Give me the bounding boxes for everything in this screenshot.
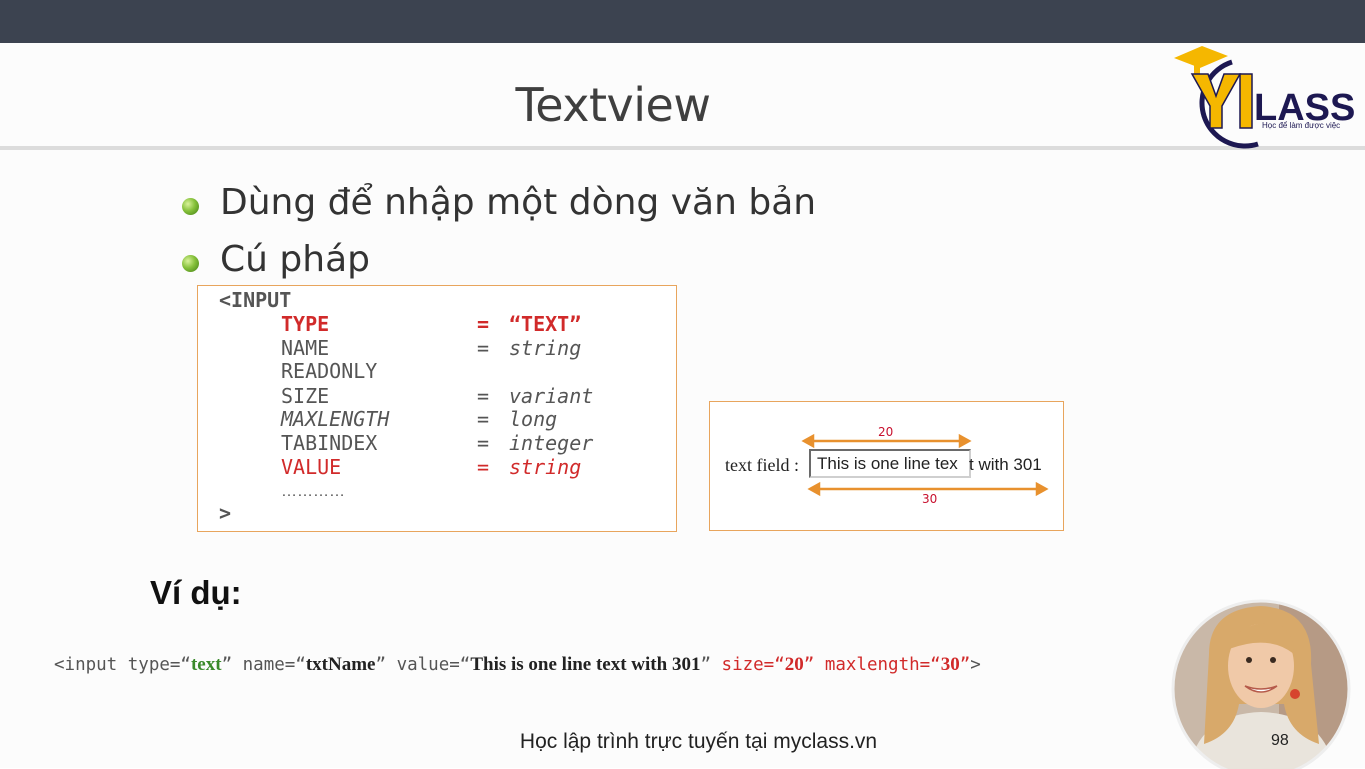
syntax-open-tag: <INPUT <box>219 288 292 312</box>
syntax-eq-value: = <box>477 455 490 479</box>
slide-title: Textview <box>515 78 711 132</box>
syntax-attr-maxlength: MAXLENGTH <box>281 407 390 431</box>
code-name-value: txtName <box>305 654 376 675</box>
code-segment: > <box>970 655 981 675</box>
code-segment: <input type=“ <box>54 655 191 675</box>
example-code-line: <input type=“text” name=“txtName” value=… <box>54 654 981 676</box>
syntax-attr-value: VALUE <box>281 455 342 479</box>
syntax-eq-maxlength: = <box>477 407 490 431</box>
myclass-logo: LASS Học để làm được việc <box>1174 46 1355 149</box>
code-maxlength-value: 30 <box>940 654 960 675</box>
syntax-close-tag: > <box>219 501 232 525</box>
syntax-eq-size: = <box>477 384 490 408</box>
logo-tagline: Học để làm được việc <box>1262 121 1340 130</box>
logo-cap <box>1174 46 1228 68</box>
code-segment: size=“ <box>721 655 785 675</box>
title-divider <box>0 146 1365 150</box>
text-field-label: text field : <box>725 455 799 475</box>
syntax-attr-type: TYPE <box>281 312 330 336</box>
syntax-value-type: “TEXT” <box>509 312 582 336</box>
code-segment: ” <box>959 655 971 675</box>
code-type-value: text <box>190 654 222 675</box>
green-bullet-icon <box>182 255 199 272</box>
syntax-attr-readonly: READONLY <box>281 359 378 383</box>
syntax-eq-tabindex: = <box>477 431 490 455</box>
syntax-value-value: string <box>509 455 582 479</box>
demo-text-field-value: This is one line tex <box>817 454 958 473</box>
syntax-ellipsis: ………… <box>281 483 345 500</box>
syntax-eq-name: = <box>477 336 490 360</box>
example-heading: Ví dụ: <box>150 574 242 611</box>
syntax-eq-type: = <box>477 312 490 336</box>
syntax-value-tabindex: integer <box>509 431 594 455</box>
syntax-attr-tabindex: TABINDEX <box>281 431 378 455</box>
syntax-attr-name: NAME <box>281 336 330 360</box>
demo-text-field[interactable]: This is one line tex <box>809 449 971 478</box>
code-size-value: 20 <box>784 654 804 675</box>
page-number: 98 <box>1271 732 1289 749</box>
maxlength-label: 30 <box>922 492 938 506</box>
syntax-attr-size: SIZE <box>281 384 330 408</box>
bullet-1-text: Dùng để nhập một dòng văn bản <box>220 182 817 223</box>
overflow-text: t with 301 <box>969 455 1042 474</box>
logo-y <box>1190 73 1242 129</box>
syntax-value-maxlength: long <box>509 407 558 431</box>
code-segment: ” maxlength=“ <box>803 655 941 675</box>
logo-l-bar <box>1239 73 1253 129</box>
syntax-value-name: string <box>509 336 582 360</box>
green-bullet-icon <box>182 198 199 215</box>
syntax-box <box>197 285 677 532</box>
code-segment: ” name=“ <box>221 655 306 675</box>
code-segment: ” <box>700 655 722 675</box>
bullet-2-text: Cú pháp <box>220 239 370 280</box>
code-value-value: This is one line text with 301 <box>470 654 701 675</box>
footer-text: Học lập trình trực tuyến tại myclass.vn <box>519 730 878 753</box>
syntax-value-size: variant <box>509 384 594 408</box>
code-segment: ” value=“ <box>375 655 471 675</box>
size-label: 20 <box>878 425 894 439</box>
window-top-bar <box>0 0 1365 43</box>
